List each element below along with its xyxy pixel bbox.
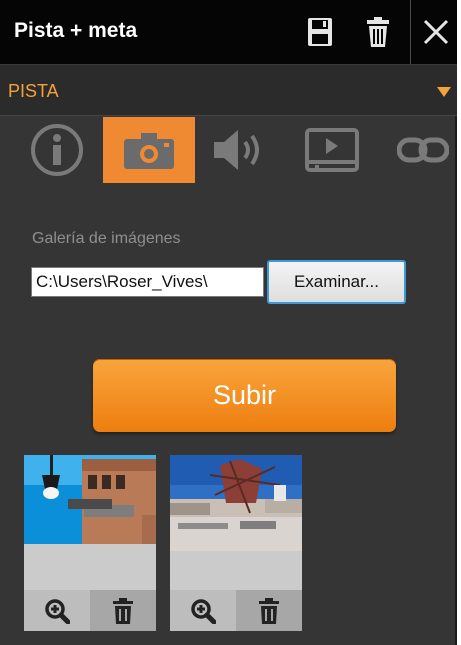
tab-images[interactable] [103,117,195,183]
delete-button[interactable] [356,0,400,64]
close-button[interactable] [414,0,457,64]
panel-title: Pista + meta [14,19,138,42]
trash-icon [367,17,389,47]
plaza-structure-photo [170,455,302,551]
tab-video[interactable] [297,117,367,183]
save-button[interactable] [298,0,342,64]
zoom-button[interactable] [24,590,90,631]
link-icon [397,137,449,163]
thumbnail-actions [24,590,156,631]
title-bar-divider [410,0,411,64]
track-editor-panel: Pista + meta PISTA Galería de imágenes C… [0,0,457,645]
info-icon [31,124,83,176]
tab-link[interactable] [392,117,454,183]
delete-image-button[interactable] [236,590,302,631]
thumbnail-actions [170,590,302,631]
thumbnail-image[interactable] [24,455,156,544]
section-label: PISTA [8,81,59,101]
video-player-icon [305,128,359,172]
section-header-pista[interactable]: PISTA [0,65,457,116]
gallery-label: Galería de imágenes [32,230,181,247]
tab-info[interactable] [25,117,89,183]
tab-audio[interactable] [208,117,272,183]
file-path-input[interactable] [31,267,264,297]
thumbnail-image[interactable] [170,455,302,551]
trash-icon [259,597,279,624]
browse-button[interactable]: Examinar... [267,260,406,304]
zoom-button[interactable] [170,590,236,631]
image-thumbnail [170,455,302,631]
image-thumbnail [24,455,156,631]
delete-image-button[interactable] [90,590,156,631]
close-icon [423,19,448,45]
save-icon [308,18,332,46]
zoom-in-icon [191,598,216,624]
title-bar: Pista + meta [0,0,457,65]
trash-icon [113,597,133,624]
speaker-icon [214,130,259,170]
street-lamp-building-photo [24,455,156,544]
upload-button[interactable]: Subir [93,359,396,432]
camera-icon [124,133,174,169]
triangle-down-icon [437,87,451,97]
zoom-in-icon [45,598,70,624]
